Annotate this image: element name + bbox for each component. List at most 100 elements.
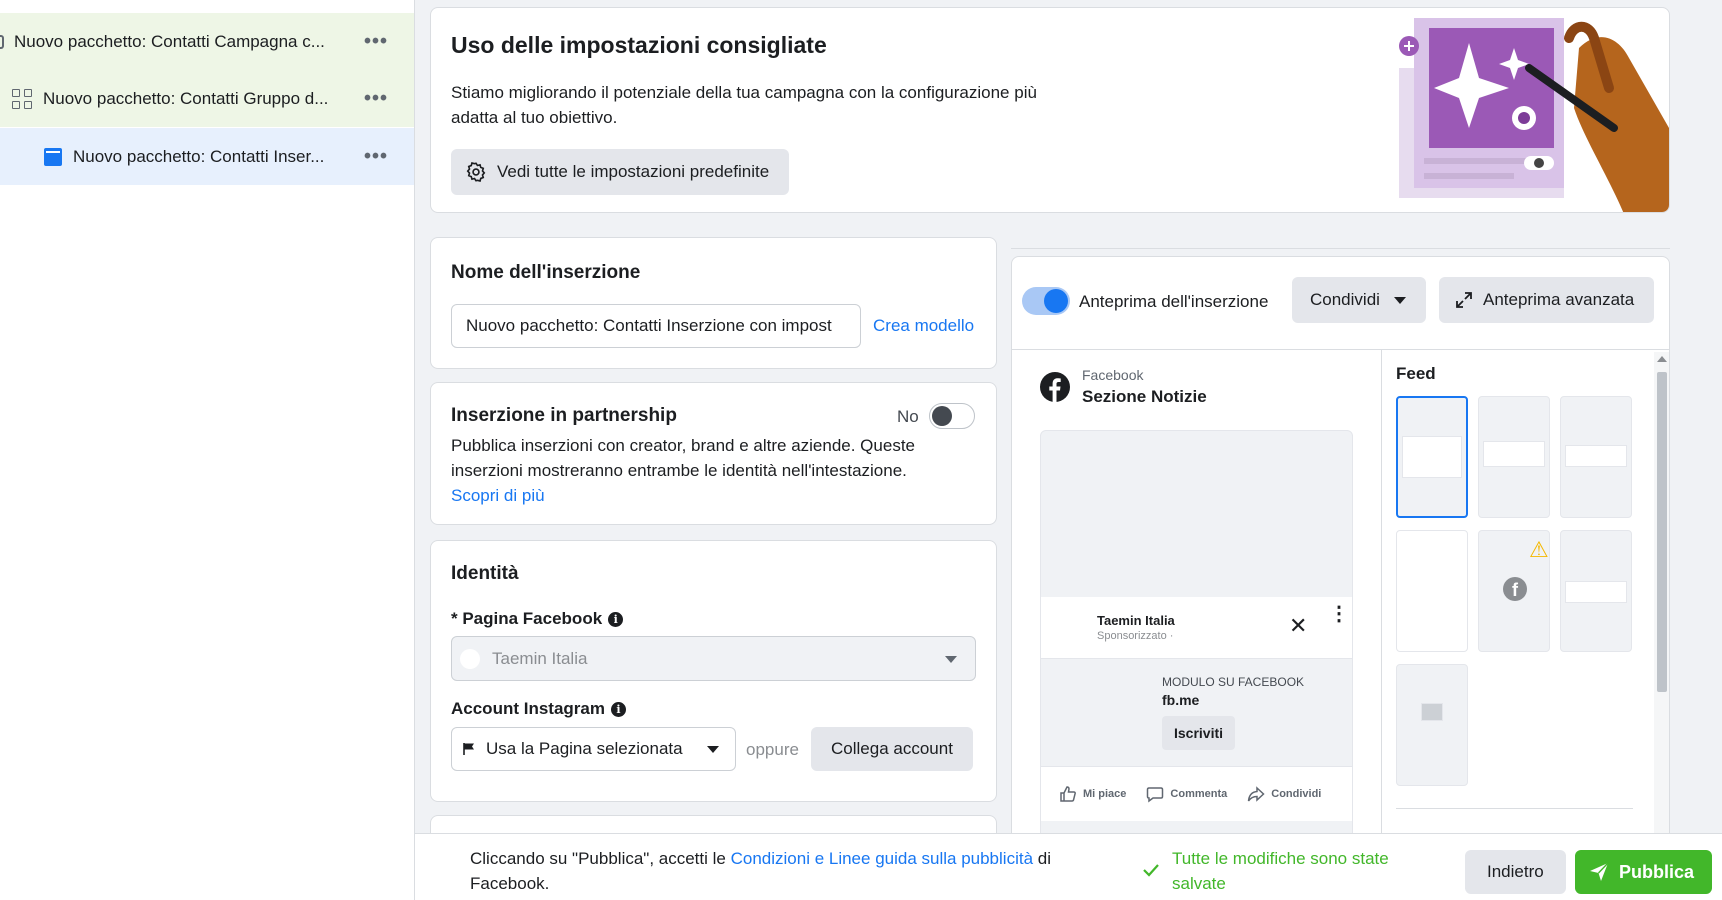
info-icon[interactable]: i xyxy=(608,611,624,627)
thumbnail-preview xyxy=(1565,581,1627,603)
comment-label: Commenta xyxy=(1170,788,1228,800)
terms-prefix: Cliccando su "Pubblica", accetti le xyxy=(470,849,731,868)
recommended-settings-card: Uso delle impostazioni consigliate Stiam… xyxy=(430,7,1670,213)
ad-mockup: Taemin Italia Sponsorizzato · ✕ ⋮ MODULO… xyxy=(1040,430,1353,899)
thumbnail-preview xyxy=(1483,441,1545,467)
mockup-sponsored: Sponsorizzato · xyxy=(1097,630,1174,642)
tree-item-campaign[interactable]: Nuovo pacchetto: Contatti Campagna c... … xyxy=(0,13,414,70)
chevron-down-icon xyxy=(1393,296,1406,304)
send-icon xyxy=(1590,862,1609,881)
thumbnail-preview xyxy=(1401,545,1463,569)
tree-item-label: Nuovo pacchetto: Contatti Inser... xyxy=(73,146,325,166)
facebook-page-label: * Pagina Facebook i xyxy=(451,609,624,629)
comment-action: Commenta xyxy=(1146,785,1227,803)
placement-thumbnail[interactable] xyxy=(1560,530,1632,652)
ad-preview-label: Anteprima dell'inserzione xyxy=(1079,292,1269,311)
learn-more-link[interactable]: Scopri di più xyxy=(451,486,545,505)
mockup-cta-area: MODULO SU FACEBOOK fb.me Iscriviti xyxy=(1041,659,1352,767)
thumbnail-preview xyxy=(1421,703,1443,721)
ad-icon xyxy=(44,147,62,166)
view-default-settings-button[interactable]: Vedi tutte le impostazioni predefinite xyxy=(451,149,790,195)
publish-button[interactable]: Pubblica xyxy=(1575,850,1713,894)
preview-placement: Sezione Notizie xyxy=(1082,387,1207,406)
ad-name-card: Nome dell'inserzione Nuovo pacchetto: Co… xyxy=(430,237,997,369)
placement-thumbnail[interactable] xyxy=(1396,664,1468,786)
more-options-icon[interactable]: ••• xyxy=(364,87,388,110)
partnership-card: Inserzione in partnership No Pubblica in… xyxy=(430,382,997,525)
publish-label: Pubblica xyxy=(1619,861,1695,882)
mockup-actions: Mi piace Commenta Condividi xyxy=(1041,767,1352,821)
partnership-toggle[interactable] xyxy=(929,403,975,429)
preview-left-pane: Facebook Sezione Notizie Taemin Italia S… xyxy=(1012,350,1381,899)
more-options-icon[interactable]: ••• xyxy=(364,30,388,53)
ad-preview-toggle[interactable] xyxy=(1022,287,1070,315)
ad-name-input[interactable]: Nuovo pacchetto: Contatti Inserzione con… xyxy=(451,304,861,348)
ad-preview-panel: Anteprima dell'inserzione Condividi Ante… xyxy=(1011,256,1670,900)
toggle-knob xyxy=(932,406,952,426)
create-template-link[interactable]: Crea modello xyxy=(873,316,974,336)
tree-item-label: Nuovo pacchetto: Contatti Gruppo d... xyxy=(43,88,329,108)
advanced-preview-button[interactable]: Anteprima avanzata xyxy=(1439,277,1655,323)
ad-policies-link[interactable]: Condizioni e Linee guida sulla pubblicit… xyxy=(731,849,1033,868)
tree-item-ad[interactable]: Nuovo pacchetto: Contatti Inser... ••• xyxy=(0,128,414,185)
divider xyxy=(1011,248,1670,249)
mockup-header: Taemin Italia Sponsorizzato · ✕ ⋮ xyxy=(1041,597,1352,659)
connect-account-button[interactable]: Collega account xyxy=(811,727,973,771)
scroll-thumb[interactable] xyxy=(1657,372,1667,692)
tree-item-label: Nuovo pacchetto: Contatti Campagna c... xyxy=(14,31,325,51)
recommended-title: Uso delle impostazioni consigliate xyxy=(451,32,827,58)
instagram-account-select[interactable]: Usa la Pagina selezionata xyxy=(451,727,736,771)
vertical-dots-icon: ⋮ xyxy=(1329,603,1349,625)
facebook-page-select[interactable]: Taemin Italia xyxy=(451,636,976,681)
back-button[interactable]: Indietro xyxy=(1465,850,1566,894)
settings-illustration xyxy=(1399,18,1669,212)
expand-icon xyxy=(1456,292,1472,308)
share-action: Condividi xyxy=(1247,785,1321,803)
feed-title: Feed xyxy=(1396,364,1436,383)
warning-icon: ⚠ xyxy=(1529,537,1549,562)
share-arrow-icon xyxy=(1248,786,1265,802)
saved-status-text: Tutte le modifiche sono state salvate xyxy=(1172,849,1389,893)
facebook-page-value: Taemin Italia xyxy=(492,648,588,668)
ad-name-title: Nome dell'inserzione xyxy=(451,262,641,283)
thumbs-up-icon xyxy=(1060,786,1076,802)
share-label: Condividi xyxy=(1310,290,1380,309)
flag-icon xyxy=(463,743,474,755)
scroll-up-arrow-icon[interactable] xyxy=(1657,356,1667,362)
toggle-knob xyxy=(1044,289,1068,313)
instagram-account-label: Account Instagram i xyxy=(451,699,626,719)
share-dropdown-button[interactable]: Condividi xyxy=(1292,277,1426,323)
like-action: Mi piace xyxy=(1059,785,1126,803)
gear-icon xyxy=(466,162,486,182)
facebook-logo-icon xyxy=(1040,372,1070,402)
placement-thumbnail[interactable] xyxy=(1478,396,1550,518)
placement-thumbnails-pane: Feed ⚠ f xyxy=(1381,350,1669,899)
thumbnail-preview xyxy=(1402,436,1462,478)
identity-title: Identità xyxy=(451,563,519,584)
page-avatar xyxy=(460,648,480,669)
mockup-page-name: Taemin Italia xyxy=(1097,613,1175,628)
advanced-preview-label: Anteprima avanzata xyxy=(1483,290,1635,309)
share-label: Condividi xyxy=(1271,788,1322,800)
mockup-subscribe-button: Iscriviti xyxy=(1162,716,1236,750)
partnership-toggle-label: No xyxy=(897,407,919,426)
mockup-form-label: MODULO SU FACEBOOK xyxy=(1162,675,1305,689)
like-label: Mi piace xyxy=(1083,788,1127,800)
thumbnail-preview xyxy=(1565,445,1627,467)
close-icon: ✕ xyxy=(1289,613,1308,638)
more-options-icon[interactable]: ••• xyxy=(364,145,388,168)
thumbnails-scrollbar[interactable] xyxy=(1654,352,1669,899)
tree-item-adset[interactable]: Nuovo pacchetto: Contatti Gruppo d... ••… xyxy=(0,70,414,127)
placement-thumbnail[interactable] xyxy=(1396,396,1468,518)
facebook-page-label-text: * Pagina Facebook xyxy=(451,609,603,628)
mockup-domain: fb.me xyxy=(1162,692,1200,708)
placement-thumbnail[interactable]: ⚠ f xyxy=(1478,530,1550,652)
instagram-account-value: Usa la Pagina selezionata xyxy=(486,739,683,758)
check-icon xyxy=(1143,864,1159,877)
or-text: oppure xyxy=(746,740,799,759)
placement-thumbnail[interactable] xyxy=(1560,396,1632,518)
instagram-account-label-text: Account Instagram xyxy=(451,699,605,718)
info-icon[interactable]: i xyxy=(610,701,626,717)
placement-thumbnail[interactable] xyxy=(1396,530,1468,652)
preview-platform: Facebook xyxy=(1082,367,1144,383)
